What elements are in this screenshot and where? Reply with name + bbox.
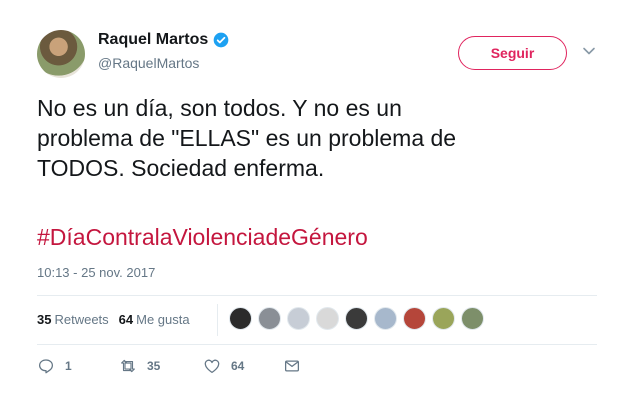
tweet-timestamp[interactable]: 10:13 - 25 nov. 2017 [37, 265, 155, 280]
retweets-label: Retweets [54, 312, 109, 327]
liker-avatars [229, 307, 484, 330]
like-count: 64 [231, 359, 245, 373]
follow-button[interactable]: Seguir [458, 36, 567, 70]
liker-avatar[interactable] [229, 307, 252, 330]
reply-count: 1 [65, 359, 72, 373]
direct-message-button[interactable] [283, 357, 301, 375]
tweet-stats: 35 Retweets 64 Me gusta [37, 312, 190, 327]
verified-badge-icon [213, 32, 229, 48]
likes-label: Me gusta [136, 312, 190, 327]
like-button[interactable]: 64 [203, 357, 283, 375]
envelope-icon [284, 360, 300, 372]
author-handle[interactable]: @RaquelMartos [98, 55, 199, 71]
retweet-button[interactable]: 35 [119, 357, 203, 375]
liker-avatar[interactable] [316, 307, 339, 330]
liker-avatar[interactable] [345, 307, 368, 330]
author-avatar[interactable] [37, 30, 85, 78]
likes-count: 64 [118, 312, 134, 327]
retweet-icon [121, 359, 135, 373]
hashtag-link[interactable]: #DíaContralaViolenciadeGénero [37, 222, 368, 252]
heart-icon [204, 359, 220, 374]
tweet-text: No es un día, son todos. Y no es un prob… [37, 93, 597, 183]
liker-avatar[interactable] [432, 307, 455, 330]
author-name-row: Raquel Martos [98, 31, 229, 49]
likes-stat[interactable]: 64 Me gusta [119, 312, 190, 327]
divider [37, 344, 597, 345]
liker-avatar[interactable] [258, 307, 281, 330]
retweets-stat[interactable]: 35 Retweets [37, 312, 109, 327]
reply-icon [38, 359, 54, 374]
chevron-down-icon[interactable] [582, 44, 596, 58]
tweet-actions: 1 35 64 [37, 357, 301, 375]
liker-avatar[interactable] [287, 307, 310, 330]
retweet-count: 35 [147, 359, 161, 373]
retweets-count: 35 [37, 312, 52, 327]
liker-avatar[interactable] [461, 307, 484, 330]
reply-button[interactable]: 1 [37, 357, 119, 375]
divider [37, 295, 597, 296]
tweet-text-line: No es un día, son todos. Y no es un [37, 95, 402, 121]
liker-avatar[interactable] [403, 307, 426, 330]
tweet-text-line: problema de "ELLAS" es un problema de [37, 125, 457, 151]
stats-separator [217, 304, 218, 336]
tweet-text-line: TODOS. Sociedad enferma. [37, 155, 325, 181]
liker-avatar[interactable] [374, 307, 397, 330]
author-name[interactable]: Raquel Martos [98, 31, 208, 49]
